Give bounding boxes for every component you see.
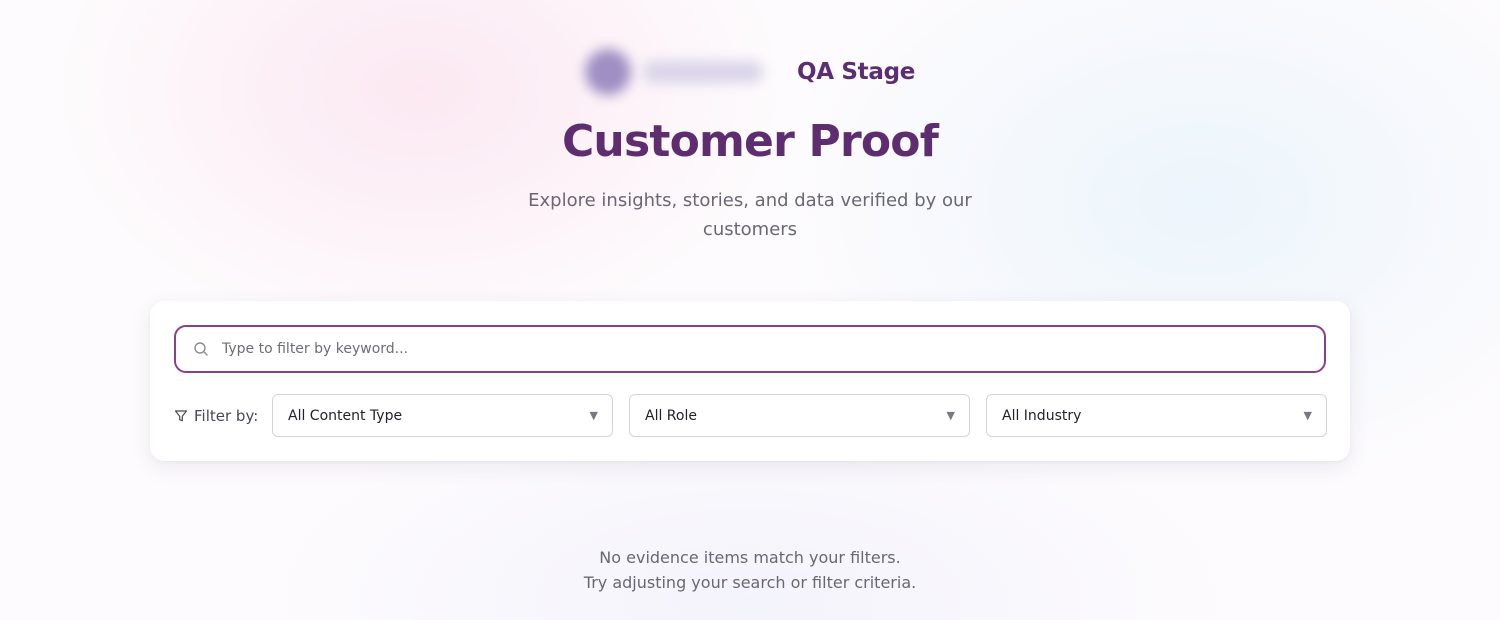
empty-state: No evidence items match your filters. Tr… — [400, 545, 1100, 595]
page-title: Customer Proof — [561, 116, 939, 167]
role-select[interactable]: All Role ▼ — [629, 394, 970, 437]
chevron-down-icon: ▼ — [946, 409, 955, 422]
search-input[interactable] — [222, 329, 1324, 369]
filter-row: Filter by: All Content Type ▼ All Role ▼… — [174, 394, 1327, 437]
content-type-select-value: All Content Type — [288, 407, 403, 424]
filter-label-text: Filter by: — [194, 406, 259, 425]
filter-panel: Filter by: All Content Type ▼ All Role ▼… — [150, 301, 1350, 461]
brand-name: QA Stage — [796, 59, 916, 85]
chevron-down-icon: ▼ — [589, 409, 598, 422]
industry-select[interactable]: All Industry ▼ — [986, 394, 1327, 437]
filter-label: Filter by: — [174, 407, 272, 425]
content-type-select[interactable]: All Content Type ▼ — [272, 394, 613, 437]
search-icon — [192, 340, 210, 358]
empty-state-hint: Try adjusting your search or filter crit… — [583, 573, 917, 592]
empty-state-message: No evidence items match your filters. — [599, 548, 901, 567]
industry-select-value: All Industry — [1002, 407, 1082, 424]
chevron-down-icon: ▼ — [1303, 409, 1312, 422]
filter-icon — [174, 409, 188, 423]
page-subtitle: Explore insights, stories, and data veri… — [528, 190, 972, 240]
brand-logo-wordmark — [642, 61, 763, 83]
brand-header: QA Stage — [0, 42, 1500, 102]
brand-logo — [584, 47, 785, 97]
role-select-value: All Role — [645, 407, 697, 424]
search-box[interactable] — [174, 325, 1326, 373]
brand-logo-mark — [584, 49, 631, 95]
